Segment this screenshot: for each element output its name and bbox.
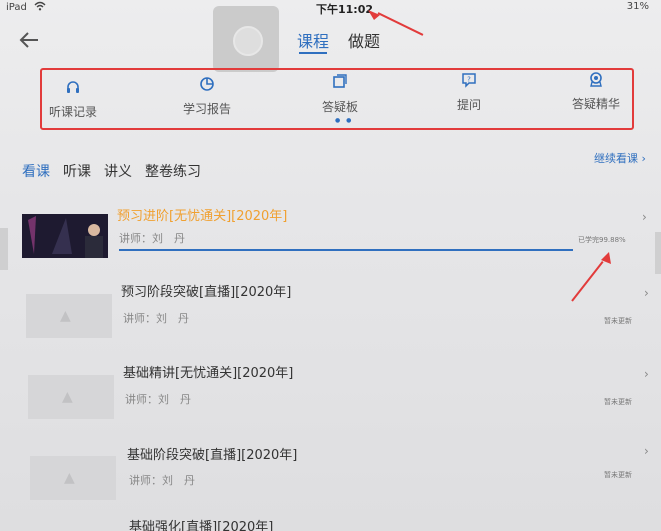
- update-status: 暂未更新: [604, 398, 632, 406]
- course-thumbnail: ▲: [26, 294, 112, 338]
- svg-text:?: ?: [467, 76, 471, 84]
- quick-item-label: 学习报告: [182, 102, 231, 116]
- chevron-right-icon: ›: [644, 286, 649, 300]
- board-icon: [285, 74, 395, 92]
- course-thumbnail: ▲: [30, 456, 116, 500]
- annotation-arrowhead: [595, 250, 615, 274]
- badge-icon: [541, 71, 651, 89]
- update-status: 暂未更新: [604, 317, 632, 325]
- continue-watching-link[interactable]: 继续看课 ›: [594, 150, 646, 166]
- course-item[interactable]: 预习进阶[无忧通关][2020年] 讲师：刘 丹 已学完99.88% ›: [0, 200, 661, 270]
- tab-practice[interactable]: 做题: [348, 28, 380, 52]
- course-title: 基础强化[直播][2020年]: [129, 520, 274, 531]
- question-icon: ?: [414, 72, 524, 90]
- tab-underline: [299, 52, 327, 54]
- course-title: 基础阶段突破[直播][2020年]: [127, 448, 298, 463]
- course-item[interactable]: ▲ 基础精讲[无忧通关][2020年] 讲师：刘 丹 暂未更新 ›: [0, 357, 661, 427]
- course-title: 预习阶段突破[直播][2020年]: [121, 285, 292, 300]
- subtab-listen[interactable]: 听课: [63, 161, 91, 181]
- quick-item-qa-highlights[interactable]: 答疑精华: [541, 71, 651, 112]
- chevron-right-icon: ›: [642, 210, 647, 224]
- quick-item-ask[interactable]: ? 提问: [414, 72, 524, 113]
- quick-item-listen-history[interactable]: 听课记录: [18, 79, 128, 120]
- back-arrow-icon[interactable]: [18, 28, 40, 56]
- chevron-right-icon: ›: [644, 444, 649, 458]
- subtab-notes[interactable]: 讲义: [104, 161, 132, 181]
- status-bar: iPad 下午11:02 31%: [0, 0, 661, 18]
- course-item[interactable]: ▲ 基础阶段突破[直播][2020年] 讲师：刘 丹 暂未更新 ›: [0, 438, 661, 508]
- quick-item-study-report[interactable]: 学习报告: [152, 76, 262, 117]
- course-thumbnail: ▲: [28, 375, 114, 419]
- tab-course[interactable]: 课程: [297, 28, 329, 52]
- continue-label: 继续看课: [594, 152, 638, 165]
- subtab-full-exam[interactable]: 整卷练习: [145, 161, 201, 181]
- quick-item-label: 答疑精华: [571, 97, 620, 111]
- course-item[interactable]: 基础强化[直播][2020年]: [0, 512, 661, 531]
- course-teacher: 讲师：刘 丹: [119, 232, 185, 245]
- chevron-right-icon: ›: [644, 367, 649, 381]
- course-teacher: 讲师：刘 丹: [125, 393, 191, 406]
- page-indicator: ● ●: [335, 117, 354, 124]
- report-icon: [152, 76, 262, 94]
- course-cover-image: [213, 6, 279, 72]
- course-teacher: 讲师：刘 丹: [123, 312, 189, 325]
- quick-item-label: 听课记录: [48, 105, 97, 119]
- quick-item-label: 答疑板: [321, 100, 358, 114]
- annotation-arrowhead: [364, 2, 384, 26]
- course-thumbnail: [22, 214, 108, 258]
- chevron-right-icon: ›: [641, 152, 646, 165]
- course-teacher: 讲师：刘 丹: [129, 474, 195, 487]
- wifi-icon: [34, 1, 46, 14]
- quick-item-qa-board[interactable]: 答疑板: [285, 74, 395, 115]
- headphones-icon: [18, 79, 128, 97]
- carrier-label: iPad: [6, 2, 27, 13]
- progress-status: 已学完99.88%: [578, 236, 626, 244]
- quick-item-label: 提问: [456, 98, 481, 112]
- progress-bar: [119, 249, 573, 251]
- course-item[interactable]: ▲ 预习阶段突破[直播][2020年] 讲师：刘 丹 暂未更新 ›: [0, 276, 661, 346]
- update-status: 暂未更新: [604, 471, 632, 479]
- battery-level: 31%: [626, 1, 649, 12]
- course-title: 基础精讲[无忧通关][2020年]: [123, 366, 294, 381]
- subtab-watch[interactable]: 看课: [22, 161, 50, 181]
- course-title: 预习进阶[无忧通关][2020年]: [117, 209, 288, 224]
